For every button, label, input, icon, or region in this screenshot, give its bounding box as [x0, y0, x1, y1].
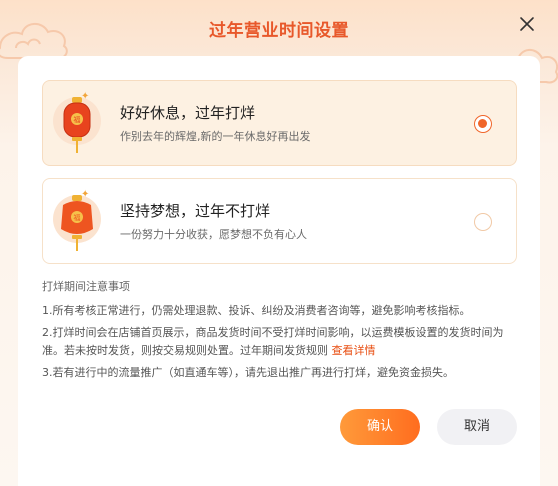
lantern-icon: ✦ 福: [53, 91, 101, 153]
close-icon[interactable]: [518, 15, 536, 33]
svg-text:福: 福: [74, 115, 81, 124]
note-item: 2.打烊时间会在店铺首页展示，商品发货时间不受打烊时间影响，以运费模板设置的发货…: [42, 324, 522, 360]
view-details-link[interactable]: 查看详情: [332, 344, 376, 357]
cancel-button[interactable]: 取消: [437, 409, 517, 445]
svg-text:✦: ✦: [81, 189, 89, 200]
option-rest[interactable]: ✦ 福 好好休息，过年打烊 作别去年的辉煌,新的一年休息好再出发: [42, 80, 517, 166]
dialog-panel: ✦ 福 好好休息，过年打烊 作别去年的辉煌,新的一年休息好再出发 ✦ 福 坚持梦…: [18, 56, 540, 486]
note-item: 1.所有考核正常进行，仍需处理退款、投诉、纠纷及消费者咨询等，避免影响考核指标。: [42, 304, 471, 317]
notes-section: 打烊期间注意事项 1.所有考核正常进行，仍需处理退款、投诉、纠纷及消费者咨询等，…: [42, 278, 522, 386]
notes-heading: 打烊期间注意事项: [42, 280, 130, 293]
svg-text:✦: ✦: [81, 91, 89, 102]
option-keep-open[interactable]: ✦ 福 坚持梦想，过年不打烊 一份努力十分收获，愿梦想不负有心人: [42, 178, 517, 264]
option-subtitle: 作别去年的辉煌,新的一年休息好再出发: [120, 130, 311, 143]
business-hours-dialog: 过年营业时间设置 ✦ 福 好好休息，过年打烊 作别去年的辉煌,新的一年休息好再出…: [0, 0, 558, 486]
radio-unselected[interactable]: [474, 213, 492, 231]
confirm-button[interactable]: 确认: [340, 409, 420, 445]
dialog-title: 过年营业时间设置: [209, 21, 349, 41]
radio-selected[interactable]: [474, 115, 492, 133]
option-title: 坚持梦想，过年不打烊: [120, 202, 271, 220]
note-text: 2.打烊时间会在店铺首页展示，商品发货时间不受打烊时间影响，以运费模板设置的发货…: [42, 326, 504, 357]
lantern-icon: ✦ 福: [53, 189, 101, 251]
note-item: 3.若有进行中的流量推广（如直通车等），请先退出推广再进行打烊，避免资金损失。: [42, 366, 454, 379]
svg-text:福: 福: [74, 213, 81, 222]
option-subtitle: 一份努力十分收获，愿梦想不负有心人: [120, 228, 307, 241]
option-title: 好好休息，过年打烊: [120, 104, 256, 122]
